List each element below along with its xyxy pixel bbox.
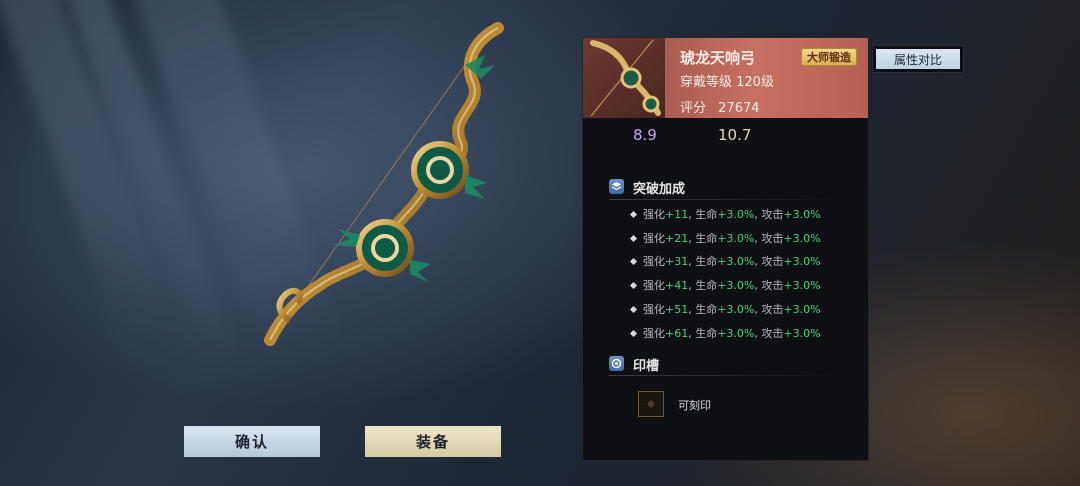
breakthrough-title: 突破加成 [633, 182, 686, 197]
item-name: 琥龙天响弓 [680, 49, 756, 67]
list-item: 强化+31, 生命+3.0%, 攻击+3.0% [629, 253, 821, 269]
score-label: 评分 [680, 101, 707, 116]
slot-status: 可刻印 [678, 399, 711, 412]
item-score: 评分 27674 [680, 97, 760, 116]
wear-level: 穿戴等级 120级 [680, 75, 774, 90]
item-detail-panel: 琥龙天响弓 大师锻造 穿戴等级 120级 评分 27674 8.9 10.7 突… [582, 37, 869, 461]
equip-button[interactable]: 装备 [365, 426, 501, 457]
item-thumbnail [583, 38, 665, 118]
layers-icon [609, 179, 624, 194]
confirm-button[interactable]: 确认 [184, 426, 320, 457]
list-item: 强化+51, 生命+3.0%, 攻击+3.0% [629, 301, 821, 317]
list-item: 强化+41, 生命+3.0%, 攻击+3.0% [629, 277, 821, 293]
list-item: 强化+11, 生命+3.0%, 攻击+3.0% [629, 206, 821, 222]
seal-title: 印槽 [633, 359, 660, 374]
stat-value: 8.9 [633, 126, 657, 144]
compare-frame: 属性对比 [872, 45, 964, 73]
divider [609, 375, 839, 376]
seal-icon [609, 356, 624, 371]
bow-thumbnail-icon [590, 39, 661, 117]
stat-value: 10.7 [718, 126, 752, 144]
list-item: 强化+61, 生命+3.0%, 攻击+3.0% [629, 325, 821, 341]
compare-button[interactable]: 属性对比 [876, 49, 960, 69]
score-value: 27674 [718, 101, 760, 116]
list-item: 强化+21, 生命+3.0%, 攻击+3.0% [629, 230, 821, 246]
item-header: 琥龙天响弓 大师锻造 穿戴等级 120级 评分 27674 [583, 38, 868, 118]
quality-badge: 大师锻造 [801, 48, 857, 66]
empty-slot-icon[interactable] [638, 391, 664, 417]
divider [609, 199, 839, 200]
bow-weapon-image [264, 22, 504, 346]
